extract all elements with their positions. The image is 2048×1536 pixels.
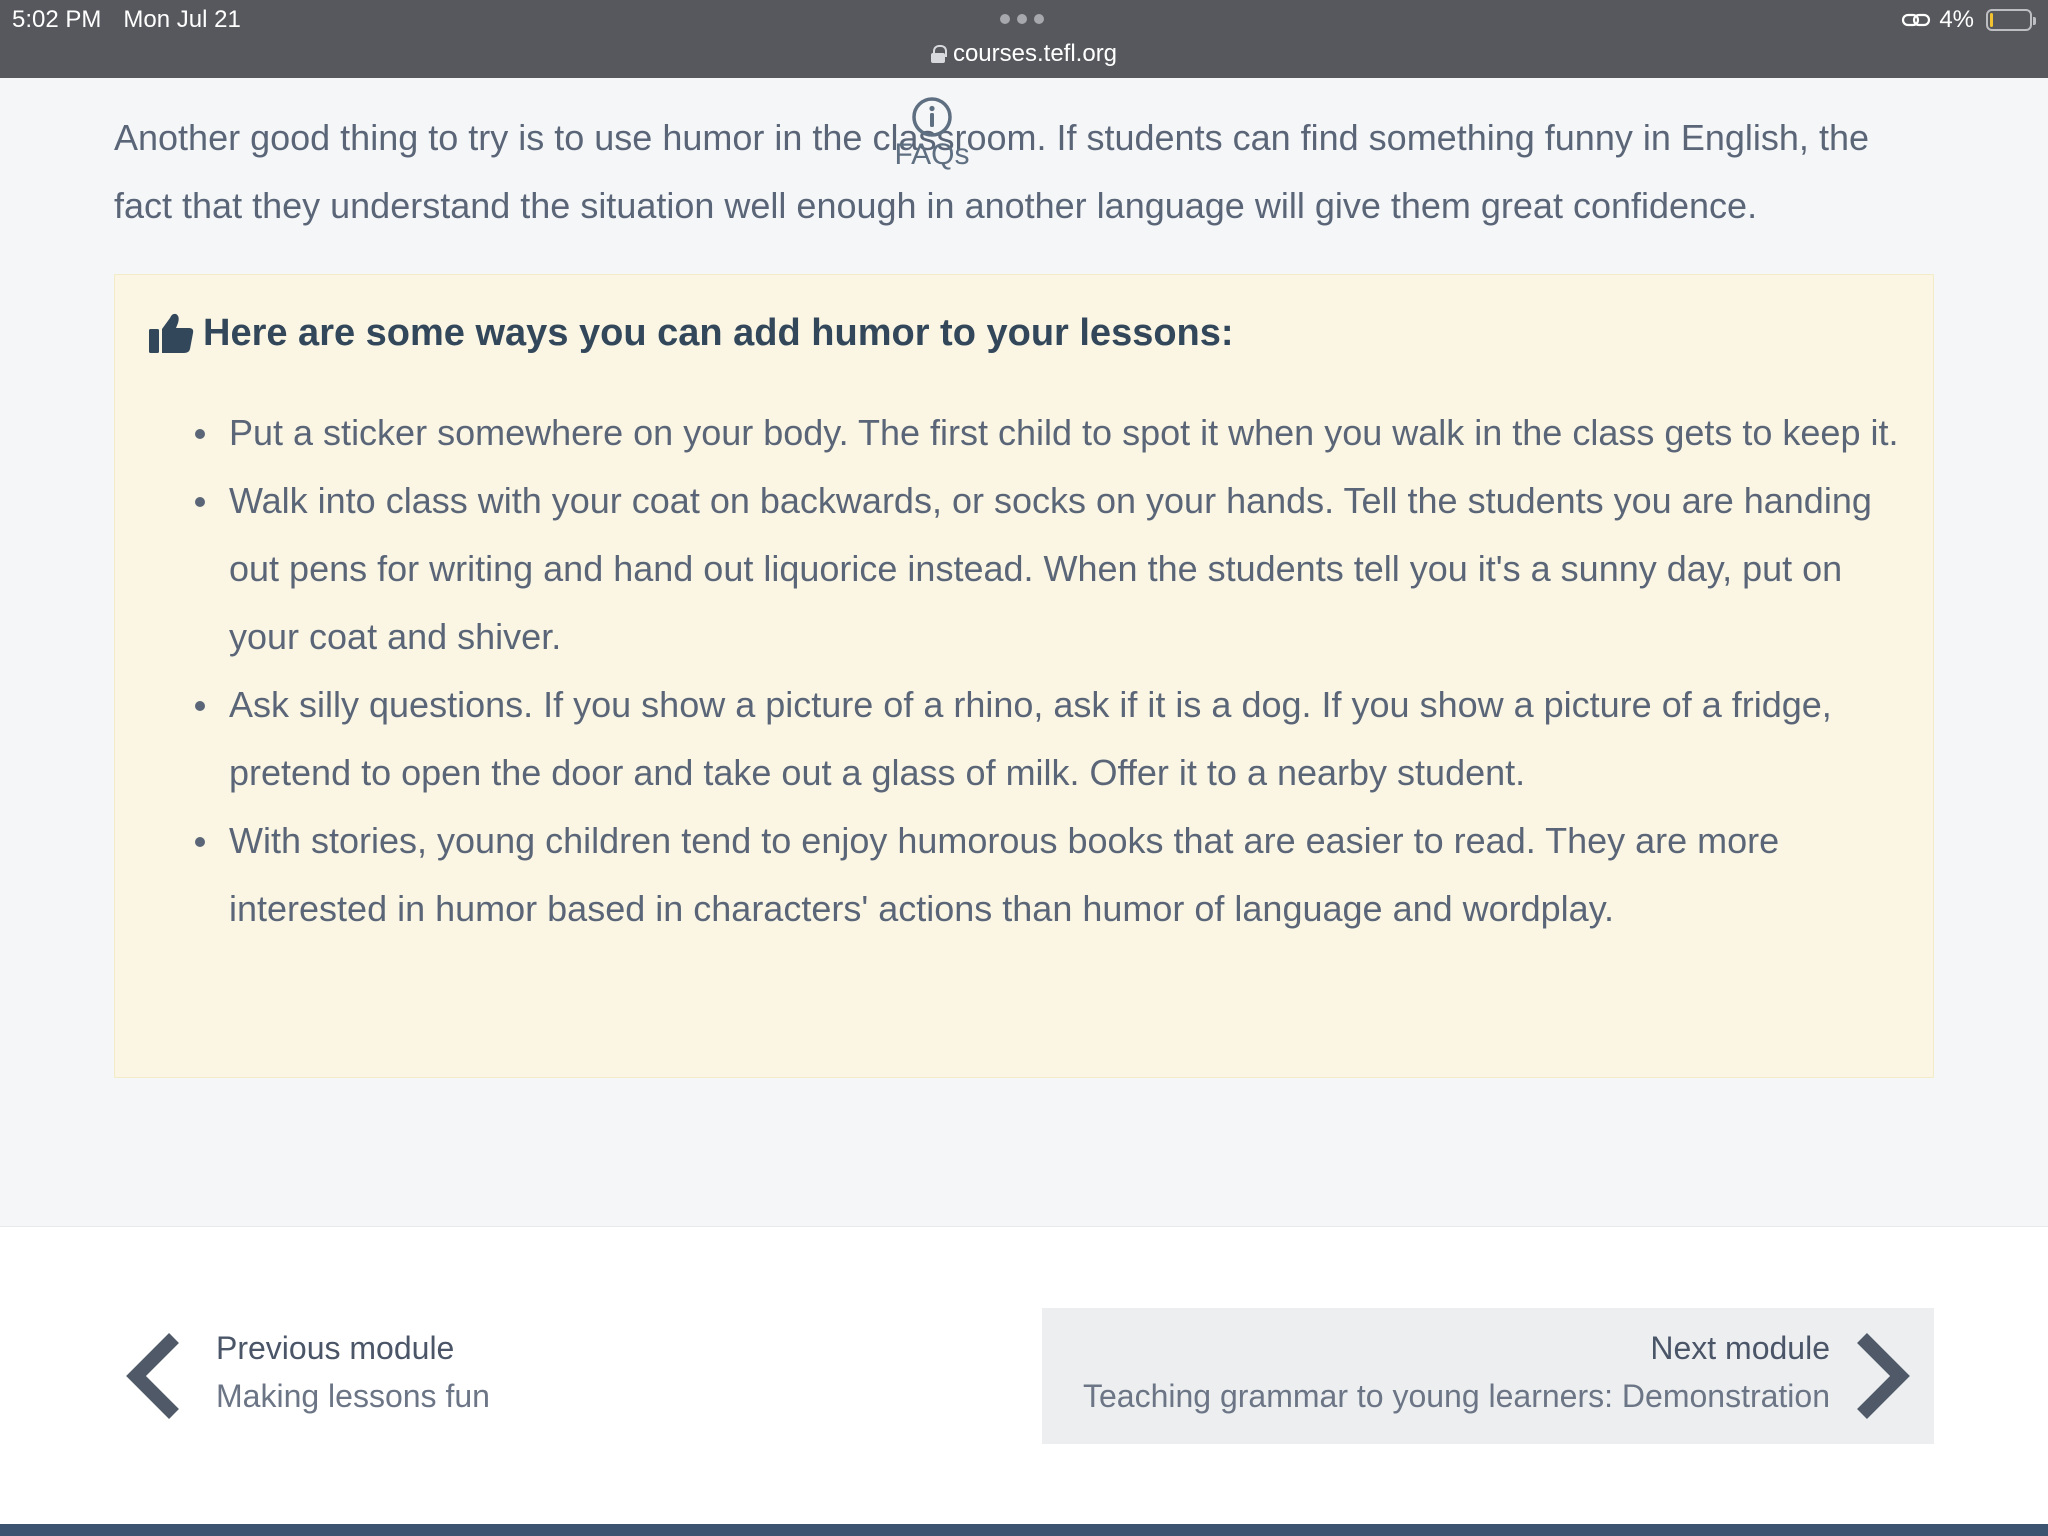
previous-module-label: Previous module <box>216 1330 455 1366</box>
intro-paragraph: Another good thing to try is to use humo… <box>114 117 1869 226</box>
chevron-left-icon <box>126 1333 179 1419</box>
chevron-right-icon <box>1857 1333 1910 1419</box>
humor-tips-list: Put a sticker somewhere on your body. Th… <box>195 399 1909 943</box>
status-time: 5:02 PM <box>12 6 102 33</box>
list-item: Put a sticker somewhere on your body. Th… <box>195 399 1909 467</box>
tip-box: Here are some ways you can add humor to … <box>114 274 1934 1078</box>
battery-icon <box>1986 9 2036 31</box>
address-bar[interactable]: courses.tefl.org <box>0 40 2048 68</box>
footer-band <box>0 1524 2048 1536</box>
list-item: With stories, young children tend to enj… <box>195 807 1909 943</box>
tip-box-title: Here are some ways you can add humor to … <box>203 311 1234 354</box>
link-icon <box>1901 10 1931 30</box>
list-item: Walk into class with your coat on backwa… <box>195 467 1909 671</box>
faqs-button[interactable]: FAQs <box>892 96 972 170</box>
url-text: courses.tefl.org <box>952 40 1118 67</box>
faqs-label: FAQs <box>894 138 970 171</box>
status-indicators: 4% <box>1901 6 2036 34</box>
lock-icon <box>930 45 947 63</box>
status-time-date: 5:02 PM Mon Jul 21 <box>12 6 241 34</box>
multitasking-dots-icon[interactable] <box>1000 14 1044 24</box>
browser-status-bar: 5:02 PM Mon Jul 21 4% courses.tefl.org <box>0 0 2048 78</box>
previous-module-link[interactable]: Previous module Making lessons fun <box>114 1308 714 1444</box>
status-date: Mon Jul 21 <box>123 6 241 33</box>
info-circle-icon <box>912 97 952 137</box>
battery-percentage: 4% <box>1939 6 1974 33</box>
next-module-label: Next module <box>1650 1330 1830 1366</box>
list-item: Ask silly questions. If you show a pictu… <box>195 671 1909 807</box>
next-module-title: Teaching grammar to young learners: Demo… <box>1082 1378 1830 1414</box>
next-module-button[interactable]: Next module Teaching grammar to young le… <box>1042 1308 1934 1444</box>
previous-module-title: Making lessons fun <box>216 1378 490 1414</box>
thumbs-up-icon <box>149 313 194 353</box>
tip-box-header: Here are some ways you can add humor to … <box>147 311 1234 355</box>
